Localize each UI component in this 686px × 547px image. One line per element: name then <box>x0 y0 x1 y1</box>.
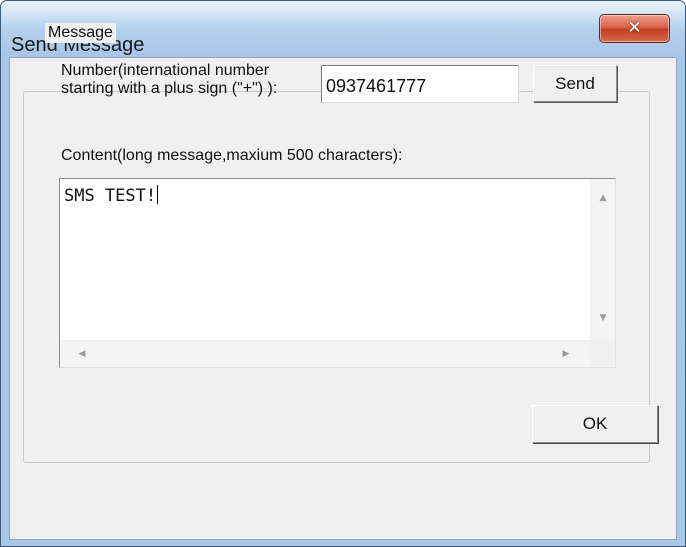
content-label: Content(long message,maxium 500 characte… <box>61 147 403 164</box>
content-textarea[interactable]: SMS TEST! ▲ ▼ ◀ ▶ <box>59 178 616 368</box>
number-input[interactable] <box>321 65 519 103</box>
scroll-right-arrow-icon[interactable]: ▶ <box>554 343 578 365</box>
content-text-value: SMS TEST! <box>64 186 157 206</box>
ok-button[interactable]: OK <box>532 405 658 443</box>
close-icon: ✕ <box>627 18 642 38</box>
close-button[interactable]: ✕ <box>599 14 670 43</box>
send-button[interactable]: Send <box>533 65 617 102</box>
number-label: Number(international number starting wit… <box>61 62 278 97</box>
scroll-down-arrow-icon[interactable]: ▼ <box>591 307 615 329</box>
text-caret <box>157 185 159 204</box>
content-text: SMS TEST! <box>64 185 159 206</box>
send-message-window: Send Message ✕ Message Number(internatio… <box>0 0 686 547</box>
scroll-left-arrow-icon[interactable]: ◀ <box>70 343 94 365</box>
scroll-up-arrow-icon[interactable]: ▲ <box>591 187 615 209</box>
message-group-legend: Message <box>45 23 116 43</box>
scrollbar-corner <box>591 341 615 367</box>
horizontal-scrollbar[interactable]: ◀ ▶ <box>60 340 591 367</box>
vertical-scrollbar[interactable]: ▲ ▼ <box>590 179 615 341</box>
